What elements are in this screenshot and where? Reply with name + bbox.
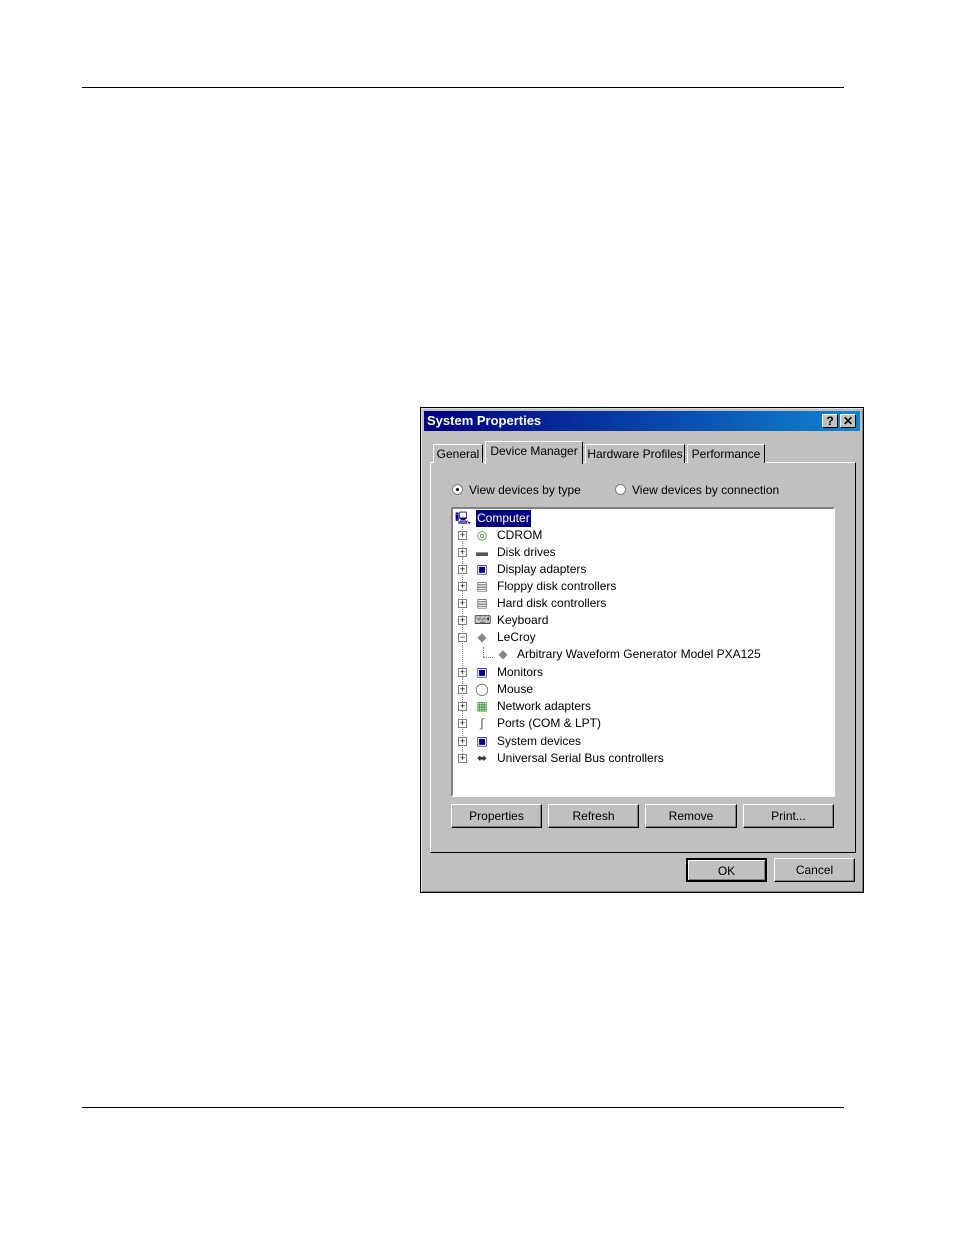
tree-item-label: Keyboard bbox=[497, 613, 549, 627]
remove-button[interactable]: Remove bbox=[645, 804, 737, 828]
expand-icon[interactable]: + bbox=[458, 737, 467, 746]
tab-general[interactable]: General bbox=[433, 444, 483, 463]
tree-item-label: Network adapters bbox=[497, 699, 592, 713]
window-title: System Properties bbox=[427, 413, 542, 428]
expand-icon[interactable]: + bbox=[458, 531, 467, 540]
tree-item-label: Monitors bbox=[497, 665, 544, 679]
view-by-type-radio[interactable]: View devices by type bbox=[452, 481, 581, 499]
ok-button[interactable]: OK bbox=[686, 858, 767, 882]
tree-item-label: Display adapters bbox=[497, 562, 587, 576]
tree-item-label: System devices bbox=[497, 734, 582, 748]
expand-icon[interactable]: + bbox=[458, 702, 467, 711]
tree-root-label: Computer bbox=[475, 509, 532, 528]
hard-disk-controller-icon: ▤ bbox=[476, 596, 488, 610]
system-properties-dialog: System Properties ? ✕ General Device Man… bbox=[420, 407, 864, 893]
cancel-button[interactable]: Cancel bbox=[774, 858, 855, 882]
expand-icon[interactable]: + bbox=[458, 565, 467, 574]
tree-item-label: Floppy disk controllers bbox=[497, 579, 617, 593]
tree-item-label: Mouse bbox=[497, 682, 534, 696]
lecroy-icon: ◆ bbox=[477, 630, 487, 644]
usb-icon: ⬌ bbox=[476, 751, 488, 765]
header-rule bbox=[82, 87, 844, 88]
disk-drive-icon: ▬ bbox=[476, 545, 488, 559]
display-adapter-icon: ▣ bbox=[476, 562, 488, 576]
expand-icon[interactable]: + bbox=[458, 616, 467, 625]
tab-device-manager[interactable]: Device Manager bbox=[485, 441, 583, 464]
tab-hardware-profiles[interactable]: Hardware Profiles bbox=[585, 444, 685, 463]
expand-icon[interactable]: + bbox=[458, 685, 467, 694]
expand-icon[interactable]: + bbox=[458, 582, 467, 591]
tree-item-label: Arbitrary Waveform Generator Model PXA12… bbox=[517, 647, 761, 661]
computer-icon: 🖳 bbox=[455, 511, 472, 525]
tree-item-label: Ports (COM & LPT) bbox=[497, 716, 602, 730]
view-by-type-label: View devices by type bbox=[469, 483, 581, 497]
view-by-connection-radio[interactable]: View devices by connection bbox=[615, 481, 779, 499]
expand-icon[interactable]: + bbox=[458, 599, 467, 608]
network-adapter-icon: ▦ bbox=[476, 699, 488, 713]
expand-icon[interactable]: + bbox=[458, 548, 467, 557]
help-button[interactable]: ? bbox=[822, 414, 838, 428]
mouse-icon: ◯ bbox=[475, 682, 489, 696]
port-icon: ∫ bbox=[480, 716, 484, 730]
expand-icon[interactable]: + bbox=[458, 754, 467, 763]
expand-icon[interactable]: + bbox=[458, 719, 467, 728]
tree-item-label: Disk drives bbox=[497, 545, 556, 559]
tree-item-label: Hard disk controllers bbox=[497, 596, 607, 610]
radio-selected-icon bbox=[452, 484, 463, 495]
close-button[interactable]: ✕ bbox=[840, 414, 856, 428]
tree-item-label: Universal Serial Bus controllers bbox=[497, 751, 664, 765]
floppy-controller-icon: ▤ bbox=[476, 579, 488, 593]
tab-performance[interactable]: Performance bbox=[687, 444, 765, 463]
properties-button[interactable]: Properties bbox=[451, 804, 542, 828]
title-bar[interactable]: System Properties ? ✕ bbox=[424, 411, 860, 431]
view-by-connection-label: View devices by connection bbox=[632, 483, 780, 497]
cdrom-icon: ◎ bbox=[476, 528, 488, 542]
monitor-icon: ▣ bbox=[476, 665, 488, 679]
device-icon: ◆ bbox=[498, 647, 508, 661]
device-tree[interactable]: 🖳 Computer + ◎ CDROM + ▬ Disk drives + ▣… bbox=[451, 507, 835, 797]
radio-unselected-icon bbox=[615, 484, 626, 495]
print-button[interactable]: Print... bbox=[743, 804, 834, 828]
expand-icon[interactable]: + bbox=[458, 668, 467, 677]
tree-item-label: LeCroy bbox=[497, 630, 536, 644]
system-device-icon: ▣ bbox=[476, 734, 488, 748]
tree-item-label: CDROM bbox=[497, 528, 543, 542]
collapse-icon[interactable]: − bbox=[458, 633, 467, 642]
footer-rule bbox=[82, 1107, 844, 1108]
refresh-button[interactable]: Refresh bbox=[548, 804, 639, 828]
keyboard-icon: ⌨ bbox=[474, 613, 492, 627]
